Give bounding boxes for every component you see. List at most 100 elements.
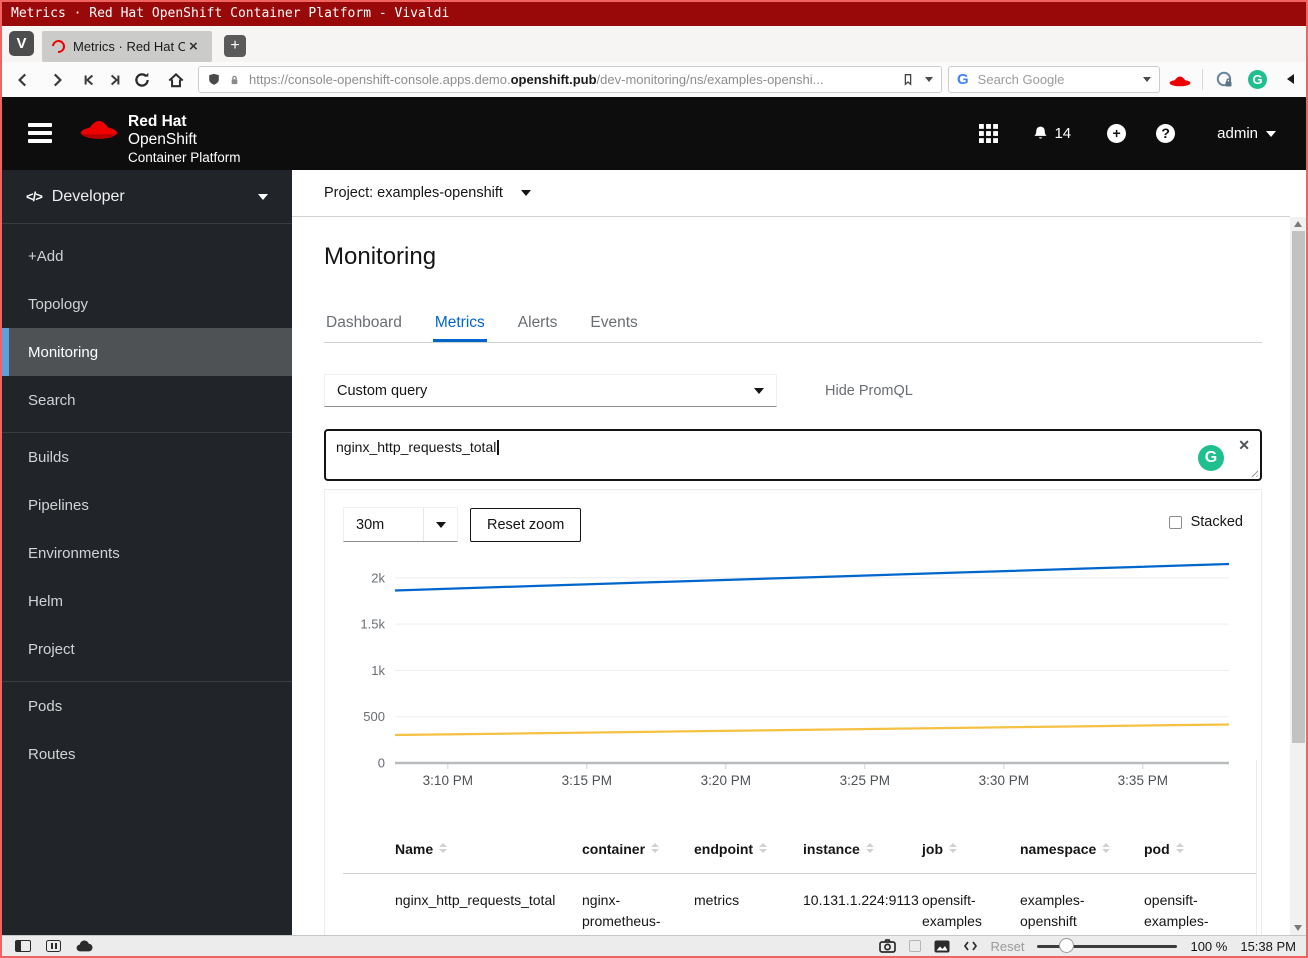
search-engine-dropdown-icon[interactable]: [1143, 77, 1151, 82]
fast-forward-icon[interactable]: [106, 71, 124, 89]
scroll-up-icon[interactable]: [1294, 221, 1302, 227]
tab-metrics[interactable]: Metrics: [432, 305, 487, 342]
sidebar-item-builds[interactable]: Builds: [2, 433, 292, 481]
privacy-extension-icon[interactable]: [1215, 71, 1233, 89]
tile-tabs-icon[interactable]: [46, 940, 61, 952]
sidebar-item-monitoring[interactable]: Monitoring: [2, 328, 292, 376]
sort-icon[interactable]: [865, 843, 874, 853]
sidebar-item-routes[interactable]: Routes: [2, 730, 292, 778]
stacked-control[interactable]: Stacked: [1168, 514, 1243, 530]
user-caret-icon: [1266, 130, 1276, 137]
search-field[interactable]: G Search Google: [948, 66, 1160, 93]
project-caret-icon: [520, 190, 531, 196]
tab-dashboard[interactable]: Dashboard: [324, 305, 404, 342]
reload-icon[interactable]: [133, 71, 151, 89]
notifications-button[interactable]: 14: [1032, 125, 1071, 143]
tab-alerts[interactable]: Alerts: [516, 305, 560, 342]
shield-icon[interactable]: [207, 72, 221, 87]
sidebar-item-pipelines[interactable]: Pipelines: [2, 481, 292, 529]
sort-icon[interactable]: [651, 843, 660, 853]
sidebar-item-search[interactable]: Search: [2, 376, 292, 424]
cell-container: nginx-prometheus-exporter: [582, 892, 661, 935]
user-menu[interactable]: admin: [1217, 125, 1276, 142]
header-job[interactable]: job: [922, 829, 1020, 874]
header-pod[interactable]: pod: [1144, 829, 1256, 874]
page-source-icon[interactable]: [963, 940, 978, 952]
zoom-reset-label[interactable]: Reset: [991, 939, 1025, 954]
grammarly-extension-icon[interactable]: G: [1248, 70, 1267, 89]
header-endpoint[interactable]: endpoint: [694, 829, 803, 874]
page-title: Monitoring: [324, 243, 437, 270]
help-icon[interactable]: ?: [1156, 124, 1176, 143]
home-icon[interactable]: [167, 71, 185, 89]
capture-page-icon[interactable]: [878, 939, 896, 953]
header-instance[interactable]: instance: [803, 829, 922, 874]
sidebar-item-environments[interactable]: Environments: [2, 529, 292, 577]
address-dropdown-icon[interactable]: [925, 77, 933, 82]
page-scrollbar[interactable]: [1290, 217, 1306, 935]
header-name[interactable]: Name: [395, 829, 582, 874]
hide-promql-toggle[interactable]: Hide PromQL: [825, 383, 913, 399]
zoom-slider-knob[interactable]: [1059, 938, 1075, 953]
timespan-select[interactable]: 30m: [343, 507, 458, 542]
panel-collapse-icon[interactable]: [1287, 74, 1294, 84]
header-container[interactable]: container: [582, 829, 694, 874]
grammarly-inline-icon[interactable]: G: [1198, 445, 1224, 471]
vivaldi-menu-button[interactable]: V: [9, 31, 34, 56]
reset-zoom-button[interactable]: Reset zoom: [470, 507, 582, 542]
table-header-row: Name container endpoint instance job nam…: [343, 829, 1256, 874]
tab-events[interactable]: Events: [588, 305, 639, 342]
toggle-images-icon[interactable]: [934, 940, 950, 953]
svg-text:3:15 PM: 3:15 PM: [562, 773, 612, 788]
add-icon[interactable]: +: [1107, 124, 1127, 143]
sort-icon[interactable]: [759, 843, 768, 853]
svg-text:1k: 1k: [371, 663, 385, 678]
sidebar: </> Developer +Add Topology Monitoring S…: [2, 170, 292, 935]
sidebar-item-add[interactable]: +Add: [2, 232, 292, 280]
resize-handle-icon[interactable]: [1249, 468, 1258, 477]
rewind-icon[interactable]: [80, 71, 98, 89]
browser-tab[interactable]: Metrics · Red Hat Op ×: [42, 31, 212, 62]
sort-icon[interactable]: [949, 843, 957, 853]
new-tab-button[interactable]: +: [224, 35, 246, 57]
query-type-select[interactable]: Custom query: [324, 374, 777, 407]
query-type-value: Custom query: [337, 382, 428, 399]
clear-query-icon[interactable]: ✕: [1238, 437, 1250, 454]
sidebar-item-project[interactable]: Project: [2, 625, 292, 673]
page-actions-icon[interactable]: [908, 940, 921, 952]
tab-strip: Dashboard Metrics Alerts Events: [324, 305, 1262, 343]
app-launcher-icon[interactable]: [979, 124, 999, 143]
svg-text:3:20 PM: 3:20 PM: [701, 773, 751, 788]
tab-close-icon[interactable]: ×: [189, 39, 198, 54]
promql-query-input[interactable]: nginx_http_requests_total G ✕: [324, 429, 1262, 481]
metrics-chart[interactable]: 0 500 1k 1.5k 2k 3:10 PM 3:15 PM 3:20 PM 3:25 PM…: [343, 552, 1261, 797]
stacked-checkbox[interactable]: [1168, 515, 1182, 529]
zoom-slider[interactable]: [1037, 938, 1178, 954]
url-text: https://console-openshift-console.apps.d…: [249, 72, 824, 87]
project-selector[interactable]: Project: examples-openshift: [292, 170, 1290, 217]
header-namespace[interactable]: namespace: [1020, 829, 1144, 874]
table-row[interactable]: nginx_http_requests_total nginx-promethe…: [343, 874, 1256, 935]
sidebar-item-topology[interactable]: Topology: [2, 280, 292, 328]
cell-namespace: examples-openshift: [1020, 892, 1085, 929]
redhat-extension-icon[interactable]: [1168, 71, 1192, 89]
sort-icon[interactable]: [1102, 843, 1111, 853]
sidebar-item-pods[interactable]: Pods: [2, 682, 292, 730]
sort-icon[interactable]: [1175, 843, 1184, 853]
sidebar-item-helm[interactable]: Helm: [2, 577, 292, 625]
zoom-level: 100 %: [1190, 938, 1228, 954]
panel-toggle-icon[interactable]: [15, 940, 31, 952]
back-icon[interactable]: [14, 71, 32, 89]
code-icon: </>: [26, 189, 43, 204]
address-bar[interactable]: https://console-openshift-console.apps.d…: [198, 66, 942, 93]
svg-text:1.5k: 1.5k: [360, 617, 385, 632]
sync-cloud-icon[interactable]: [76, 940, 93, 952]
forward-icon[interactable]: [48, 71, 66, 89]
scroll-down-icon[interactable]: [1294, 925, 1302, 931]
scrollbar-thumb[interactable]: [1291, 231, 1305, 743]
cell-job: opensift-examples: [922, 892, 982, 929]
nav-toggle-icon[interactable]: [28, 123, 52, 143]
perspective-switcher[interactable]: </> Developer: [2, 170, 292, 224]
sort-icon[interactable]: [439, 843, 448, 853]
bookmark-icon[interactable]: [901, 72, 915, 87]
